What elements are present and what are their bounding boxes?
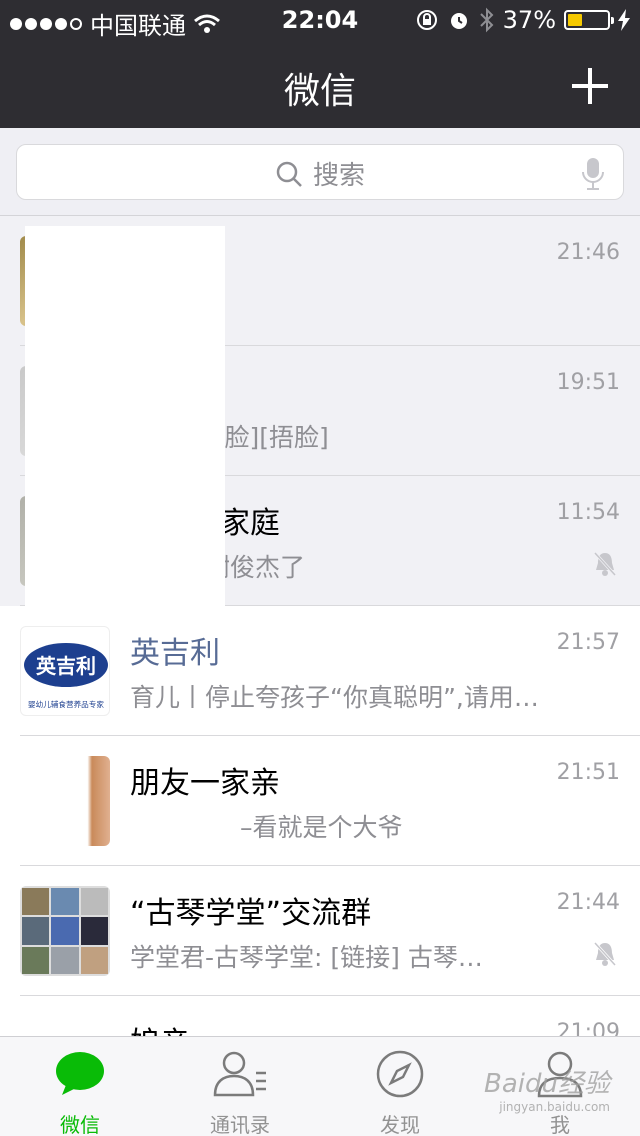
- search-icon: [276, 161, 302, 187]
- tab-bar: 微信 通讯录 发现 我 Baidu经验 jingyan.baidu.com: [0, 1036, 640, 1136]
- watermark: Baidu经验 jingyan.baidu.com: [484, 1063, 610, 1114]
- search-area: 搜索: [0, 128, 640, 216]
- alarm-icon: [450, 13, 467, 29]
- chat-name: “古琴学堂”交流群: [130, 896, 372, 931]
- page-title: 微信: [283, 71, 356, 112]
- avatar: [20, 1016, 110, 1036]
- chat-time: 21:51: [556, 760, 620, 785]
- chat-preview: 育儿丨停止夸孩子“你真聪明”,请用…: [130, 683, 539, 712]
- avatar: [20, 756, 110, 846]
- mute-bell-icon: [593, 551, 617, 577]
- chat-preview: 学堂君-古琴学堂: [链接] 古琴…: [130, 943, 483, 972]
- chat-name: 英吉利: [130, 636, 220, 671]
- chat-time: 21:09: [556, 1020, 620, 1036]
- microphone-icon[interactable]: [581, 157, 605, 191]
- chat-row[interactable]: 英吉利 婴幼儿辅食营养品专家 英吉利 育儿丨停止夸孩子“你真聪明”,请用… 21…: [0, 606, 640, 736]
- redaction-block: [25, 226, 225, 606]
- status-bar: 中国联通 22:04 37%: [0, 0, 640, 40]
- battery-percent: 37%: [502, 6, 556, 34]
- chat-name: 朋友一家亲: [130, 766, 280, 801]
- battery-icon: [564, 10, 614, 30]
- tab-label: 通讯录: [210, 1113, 270, 1136]
- search-placeholder: 搜索: [312, 161, 365, 191]
- brand-logo: 英吉利 婴幼儿辅食营养品专家: [24, 643, 108, 709]
- mute-bell-icon: [593, 941, 617, 967]
- chat-row[interactable]: 朋友一家亲 –看就是个大爷 21:51: [0, 736, 640, 866]
- add-plus-button[interactable]: [570, 66, 610, 106]
- watermark-subtext: jingyan.baidu.com: [499, 1100, 610, 1114]
- chat-bubble-icon: [56, 1052, 104, 1095]
- search-input[interactable]: 搜索: [16, 144, 624, 200]
- tab-discover[interactable]: 发现: [320, 1037, 480, 1136]
- bluetooth-icon: [479, 7, 494, 33]
- tab-label: 微信: [60, 1113, 100, 1136]
- svg-text:英吉利: 英吉利: [36, 654, 96, 678]
- chat-row[interactable]: “古琴学堂”交流群 学堂君-古琴学堂: [链接] 古琴… 21:44: [0, 866, 640, 996]
- tab-contacts[interactable]: 通讯录: [160, 1037, 320, 1136]
- rotation-lock-icon: [416, 10, 437, 30]
- chat-time: 21:44: [556, 890, 620, 915]
- compass-icon: [376, 1050, 424, 1098]
- chat-name: 娘亲: [130, 1018, 190, 1036]
- chat-preview: –看就是个大爷: [240, 813, 403, 842]
- chat-time: 21:46: [556, 240, 620, 265]
- chat-time: 21:57: [556, 630, 620, 655]
- contacts-icon: [213, 1051, 266, 1097]
- charging-icon: [618, 9, 630, 31]
- avatar: [20, 886, 110, 976]
- chat-time: 19:51: [556, 370, 620, 395]
- watermark-text: Baidu经验: [484, 1069, 610, 1099]
- tab-label: 发现: [380, 1113, 420, 1136]
- avatar: 英吉利 婴幼儿辅食营养品专家: [20, 626, 110, 716]
- chat-row[interactable]: 娘亲 21:09: [0, 996, 640, 1036]
- nav-bar: 微信: [0, 40, 640, 128]
- svg-text:婴幼儿辅食营养品专家: 婴幼儿辅食营养品专家: [28, 699, 104, 709]
- chat-time: 11:54: [556, 500, 620, 525]
- tab-chats[interactable]: 微信: [0, 1037, 160, 1136]
